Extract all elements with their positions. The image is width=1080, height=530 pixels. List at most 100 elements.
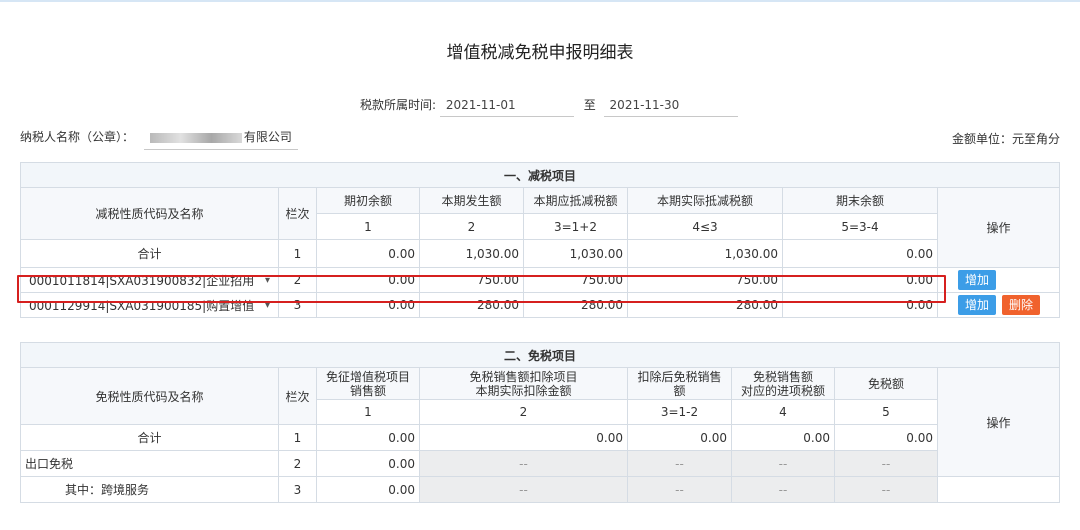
exemption-section-title: 二、免税项目 [19,342,1061,368]
reduction-col-header: 本期实际抵减税额 [627,187,783,214]
reduction-code-select[interactable]: 0001011814|SXA031900832|企业招用 ▾ [20,267,279,293]
reduction-code-select[interactable]: 0001129914|SXA031900185|购置增值 ▾ [20,292,279,318]
reduction-col-op: 操作 [936,187,1061,268]
amount-input[interactable]: 0.00 [316,450,420,477]
reduction-col-row: 栏次 [278,187,317,240]
reduction-col-num: 3=1+2 [523,213,628,240]
reduction-table: 一、减税项目 减税性质代码及名称 栏次 期初余额 本期发生额 本期应抵减税额 本… [19,162,1061,318]
amount-input[interactable]: 280.00 [523,292,628,318]
amount-cell: 0.00 [834,424,938,451]
row-number: 3 [278,292,317,318]
exemption-col-name: 免税性质代码及名称 [20,367,279,425]
table-row: 其中：跨境服务 3 0.00 -- -- -- -- [20,476,1061,503]
taxpayer-label: 纳税人名称（公章）： [20,130,135,144]
amount-cell: 0.00 [419,424,628,451]
amount-input[interactable]: 0.00 [316,267,420,293]
row-number: 1 [278,239,317,268]
amount-input[interactable]: 0.00 [316,476,420,503]
amount-input[interactable]: 750.00 [419,267,524,293]
period-end-input[interactable]: 2021-11-30 [603,98,738,117]
row-number: 1 [278,424,317,451]
amount-cell: 0.00 [731,424,835,451]
table-row: 合计 1 0.00 0.00 0.00 0.00 0.00 [20,424,1060,451]
row-number: 2 [278,450,317,477]
amount-input[interactable]: 0.00 [782,292,938,318]
amount-input[interactable]: 280.00 [419,292,524,318]
reduction-col-num: 4≤3 [627,213,783,240]
exemption-col-num: 1 [316,399,420,425]
reduction-col-header: 本期发生额 [419,187,524,214]
amount-unit: 金额单位：元至角分 [951,132,1060,146]
table-row: 合计 1 0.00 1,030.00 1,030.00 1,030.00 0.0… [20,239,1060,268]
row-name: 合计 [20,239,279,268]
page-title: 增值税减免税申报明细表 [446,43,634,63]
period-start-input[interactable]: 2021-11-01 [439,98,574,117]
amount-cell: 0.00 [782,239,938,268]
exemption-col-num: 4 [731,399,835,425]
amount-cell: 0.00 [316,424,420,451]
amount-cell: 0.00 [316,239,420,268]
reduction-col-header: 期初余额 [316,187,420,214]
exemption-table: 二、免税项目 免税性质代码及名称 栏次 免征增值税项目 销售额 免税销售额扣除项… [19,342,1061,503]
redacted-text [149,132,242,143]
reduction-col-header: 期末余额 [782,187,938,214]
amount-input[interactable]: 750.00 [627,267,783,293]
reduction-col-num: 1 [316,213,420,240]
exemption-col-header: 免税销售额 对应的进项税额 [731,367,835,400]
row-name: 合计 [20,424,279,451]
disabled-cell: -- [731,476,835,503]
exemption-col-num: 2 [419,399,628,425]
reduction-col-num: 2 [419,213,524,240]
amount-input[interactable]: 0.00 [316,292,420,318]
amount-cell: 1,030.00 [419,239,524,268]
row-operations: 增加 删除 [936,292,1061,318]
disabled-cell: -- [731,450,835,477]
table-row: 0001011814|SXA031900832|企业招用 ▾ 2 0.00 750… [20,267,1061,293]
amount-cell: 1,030.00 [523,239,628,268]
table-row: 出口免税 2 0.00 -- -- -- -- [20,450,1060,477]
exemption-col-header: 免税额 [834,367,938,400]
table-row: 0001129914|SXA031900185|购置增值 ▾ 3 0.00 280… [20,292,1061,318]
reduction-section-title: 一、减税项目 [19,162,1061,188]
tax-period: 税款所属时间: 2021-11-01 至 2021-11-30 [360,96,742,117]
disabled-cell: -- [627,476,732,503]
row-name: 其中：跨境服务 [20,476,279,503]
delete-row-button[interactable]: 删除 [1002,295,1041,315]
amount-input[interactable]: 280.00 [627,292,783,318]
disabled-cell: -- [834,476,938,503]
exemption-col-header: 免税销售额扣除项目 本期实际扣除金额 [419,367,628,400]
add-row-button[interactable]: 增加 [958,295,997,315]
row-number: 2 [278,267,317,293]
reduction-col-header: 本期应抵减税额 [523,187,628,214]
exemption-col-num: 3=1-2 [627,399,732,425]
row-name: 出口免税 [20,450,279,477]
row-operations: 增加 [936,267,1061,293]
amount-input[interactable]: 750.00 [523,267,628,293]
top-border [0,0,1080,2]
chevron-down-icon[interactable]: ▾ [265,275,270,286]
exemption-col-header: 免征增值税项目 销售额 [316,367,420,400]
reduction-col-name: 减税性质代码及名称 [20,187,279,240]
period-to-label: 至 [583,98,596,112]
select-value: 0001129914|SXA031900185|购置增值 [29,298,255,313]
exemption-col-row: 栏次 [278,367,317,425]
disabled-cell: -- [627,450,732,477]
amount-cell: 1,030.00 [627,239,783,268]
reduction-col-num: 5=3-4 [782,213,938,240]
add-row-button[interactable]: 增加 [958,270,997,290]
taxpayer-name-suffix: 有限公司 [243,130,292,144]
exemption-col-header: 扣除后免税销售 额 [627,367,732,400]
period-label: 税款所属时间: [360,98,437,112]
select-value: 0001011814|SXA031900832|企业招用 [29,273,255,288]
exemption-col-op: 操作 [936,367,1061,477]
taxpayer-name-field: 有限公司 [143,128,298,150]
amount-input[interactable]: 0.00 [782,267,938,293]
disabled-cell: -- [419,476,628,503]
disabled-cell: -- [834,450,938,477]
taxpayer-name: 纳税人名称（公章）： 有限公司 [20,128,298,150]
exemption-col-num: 5 [834,399,938,425]
disabled-cell: -- [419,450,628,477]
row-number: 3 [278,476,317,503]
chevron-down-icon[interactable]: ▾ [265,300,270,311]
empty-op-cell [936,476,1061,503]
